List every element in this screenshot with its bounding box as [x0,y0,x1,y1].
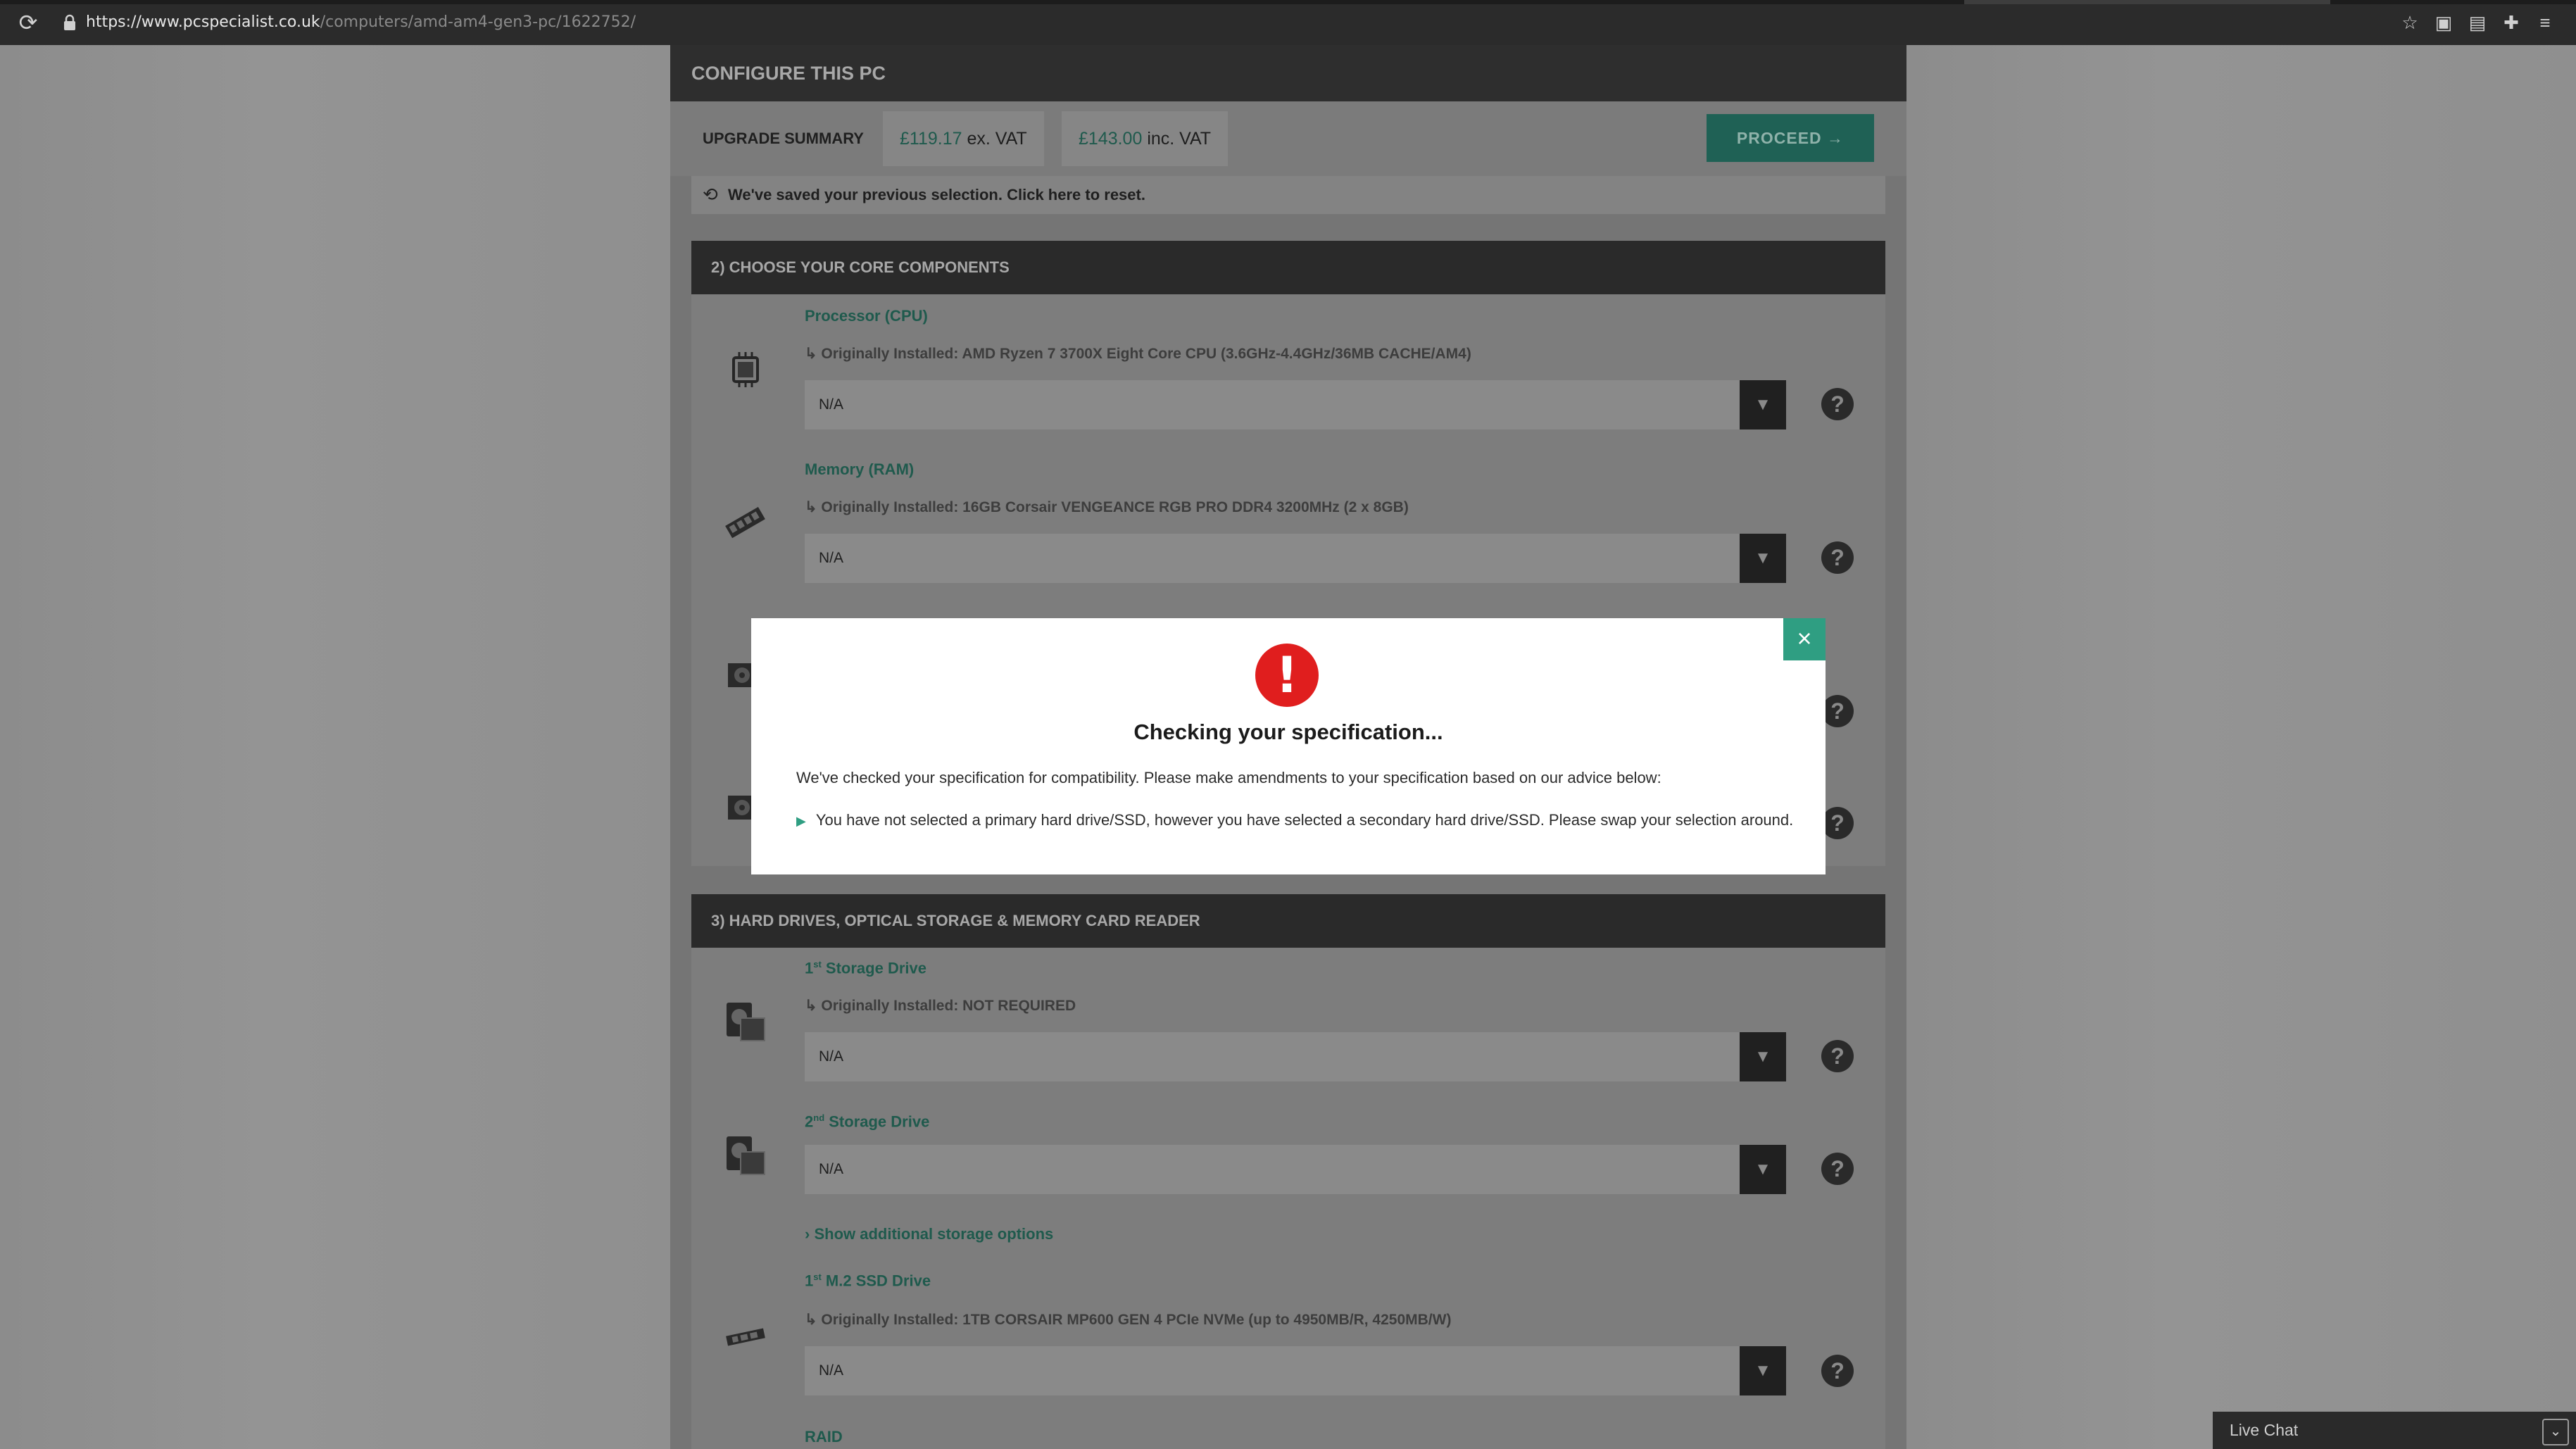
storage-drive-2-label: Storage Drive [824,1112,930,1131]
refresh-icon: ⟲ [703,184,718,205]
configure-header: CONFIGURE THIS PC [670,45,1906,101]
price-inc-vat-label: inc. VAT [1142,129,1212,149]
modal-advice-item: ▶ You have not selected a primary hard dr… [796,811,1793,829]
ram-select-value: N/A [819,550,844,566]
upgrade-summary-label: UPGRADE SUMMARY [703,130,864,147]
section-core-components-header: 2) CHOOSE YOUR CORE COMPONENTS [691,241,1885,294]
storage-drive-2-num: 2 [805,1112,814,1131]
raid-title: RAID [805,1428,843,1445]
page-title: CONFIGURE THIS PC [691,63,886,84]
extension-b-icon[interactable]: ▤ [2461,10,2494,35]
alert-icon: ! [1255,644,1319,707]
bullet-arrow-icon: ▶ [796,814,806,828]
chevron-down-icon[interactable]: ▼ [1740,380,1786,429]
close-icon[interactable]: × [1783,618,1826,660]
cpu-title: Processor (CPU) [805,307,928,325]
storage-drive-1-num: 1 [805,959,814,977]
m2-ssd-title: 1st M.2 SSD Drive [805,1272,931,1290]
storage-drive-1-select[interactable]: N/A ▼ [805,1032,1786,1081]
cpu-select[interactable]: N/A ▼ [805,380,1786,429]
price-inc-vat: £143.00 inc. VAT [1062,111,1229,166]
m2-ssd-select[interactable]: N/A ▼ [805,1346,1786,1395]
background-texture-left [0,45,670,1449]
storage-drive-2-sup: nd [813,1112,825,1123]
puzzle-icon[interactable]: ✚ [2494,10,2528,35]
reading-list-icon[interactable]: ≡ [2528,10,2562,35]
address-bar[interactable]: https://www.pcspecialist.co.uk/computers… [86,10,636,35]
url-host: https://www.pcspecialist.co.uk [86,13,320,31]
help-icon[interactable]: ? [1821,1355,1854,1387]
chevron-down-icon[interactable]: ▼ [1740,1145,1786,1194]
tab-strip [0,0,2576,4]
m2-ssd-icon [726,1328,765,1346]
help-icon[interactable]: ? [1821,541,1854,574]
price-ex-vat: £119.17 ex. VAT [883,111,1044,166]
section-storage-header: 3) HARD DRIVES, OPTICAL STORAGE & MEMORY… [691,894,1885,948]
show-additional-storage-label: Show additional storage options [814,1225,1054,1243]
m2-ssd-label: M.2 SSD Drive [821,1272,931,1290]
ram-originally-installed: ↳ Originally Installed: 16GB Corsair VEN… [805,499,1409,515]
ram-select[interactable]: N/A ▼ [805,534,1786,583]
modal-advice-text: You have not selected a primary hard dri… [815,811,1794,829]
live-chat-widget[interactable]: Live Chat ⌄ [2213,1412,2576,1449]
storage-drive-1-label: Storage Drive [821,959,926,977]
hard-drive-icon [727,1003,765,1041]
help-icon[interactable]: ? [1821,1040,1854,1072]
price-inc-vat-amount: £143.00 [1079,129,1143,149]
section-title: 2) CHOOSE YOUR CORE COMPONENTS [711,258,1010,276]
background-texture-right [1906,45,2576,1449]
live-chat-label: Live Chat [2230,1421,2299,1439]
help-icon[interactable]: ? [1821,1153,1854,1185]
ram-title: Memory (RAM) [805,460,915,478]
compatibility-modal: × ! Checking your specification... We've… [751,618,1826,874]
storage-drive-1-sup: st [813,959,822,970]
m2-ssd-originally-installed: ↳ Originally Installed: 1TB CORSAIR MP60… [805,1312,1452,1328]
m2-ssd-sup: st [813,1272,822,1282]
chevron-down-icon[interactable]: ⌄ [2542,1419,2569,1445]
cpu-originally-installed: ↳ Originally Installed: AMD Ryzen 7 3700… [805,346,1471,362]
help-icon[interactable]: ? [1821,807,1854,839]
saved-selection-text[interactable]: We've saved your previous selection. Cli… [728,176,1145,214]
m2-ssd-value: N/A [819,1362,844,1379]
storage-drive-2-title: 2nd Storage Drive [805,1112,929,1131]
active-tab[interactable] [1964,0,2330,4]
extension-a-icon[interactable]: ▣ [2427,10,2461,35]
chevron-right-icon: › [805,1225,810,1243]
modal-title: Checking your specification... [1133,720,1443,744]
storage-drive-1-originally-installed: ↳ Originally Installed: NOT REQUIRED [805,998,1076,1014]
reload-icon[interactable]: ⟳ [15,10,41,35]
section-title: 3) HARD DRIVES, OPTICAL STORAGE & MEMORY… [711,912,1200,929]
saved-selection-notice[interactable]: ⟲ We've saved your previous selection. C… [691,176,1885,214]
price-ex-vat-label: ex. VAT [962,129,1027,149]
storage-drive-1-title: 1st Storage Drive [805,959,926,977]
url-path: /computers/amd-am4-gen3-pc/1622752/ [320,13,636,31]
cpu-icon [732,352,759,387]
lock-icon[interactable] [62,14,77,31]
chevron-down-icon[interactable]: ▼ [1740,534,1786,583]
star-icon[interactable]: ☆ [2393,10,2427,35]
price-ex-vat-amount: £119.17 [900,129,962,149]
show-additional-storage-link[interactable]: › Show additional storage options [805,1225,1053,1243]
help-icon[interactable]: ? [1821,695,1854,727]
storage-drive-1-value: N/A [819,1048,844,1065]
modal-message: We've checked your specification for com… [796,769,1661,786]
hard-drive-icon [727,1136,765,1175]
m2-ssd-num: 1 [805,1272,814,1290]
chevron-down-icon[interactable]: ▼ [1740,1032,1786,1081]
chevron-down-icon[interactable]: ▼ [1740,1346,1786,1395]
help-icon[interactable]: ? [1821,388,1854,420]
ram-icon [725,506,765,539]
storage-drive-2-value: N/A [819,1161,844,1177]
browser-toolbar: ⟳ https://www.pcspecialist.co.uk/compute… [0,0,2576,45]
cpu-select-value: N/A [819,396,844,413]
browser-extensions: ☆ ▣ ▤ ✚ ≡ [2393,10,2562,35]
upgrade-summary-bar: UPGRADE SUMMARY £119.17 ex. VAT £143.00 … [670,101,1906,176]
storage-drive-2-select[interactable]: N/A ▼ [805,1145,1786,1194]
proceed-button[interactable]: PROCEED → [1707,114,1874,162]
